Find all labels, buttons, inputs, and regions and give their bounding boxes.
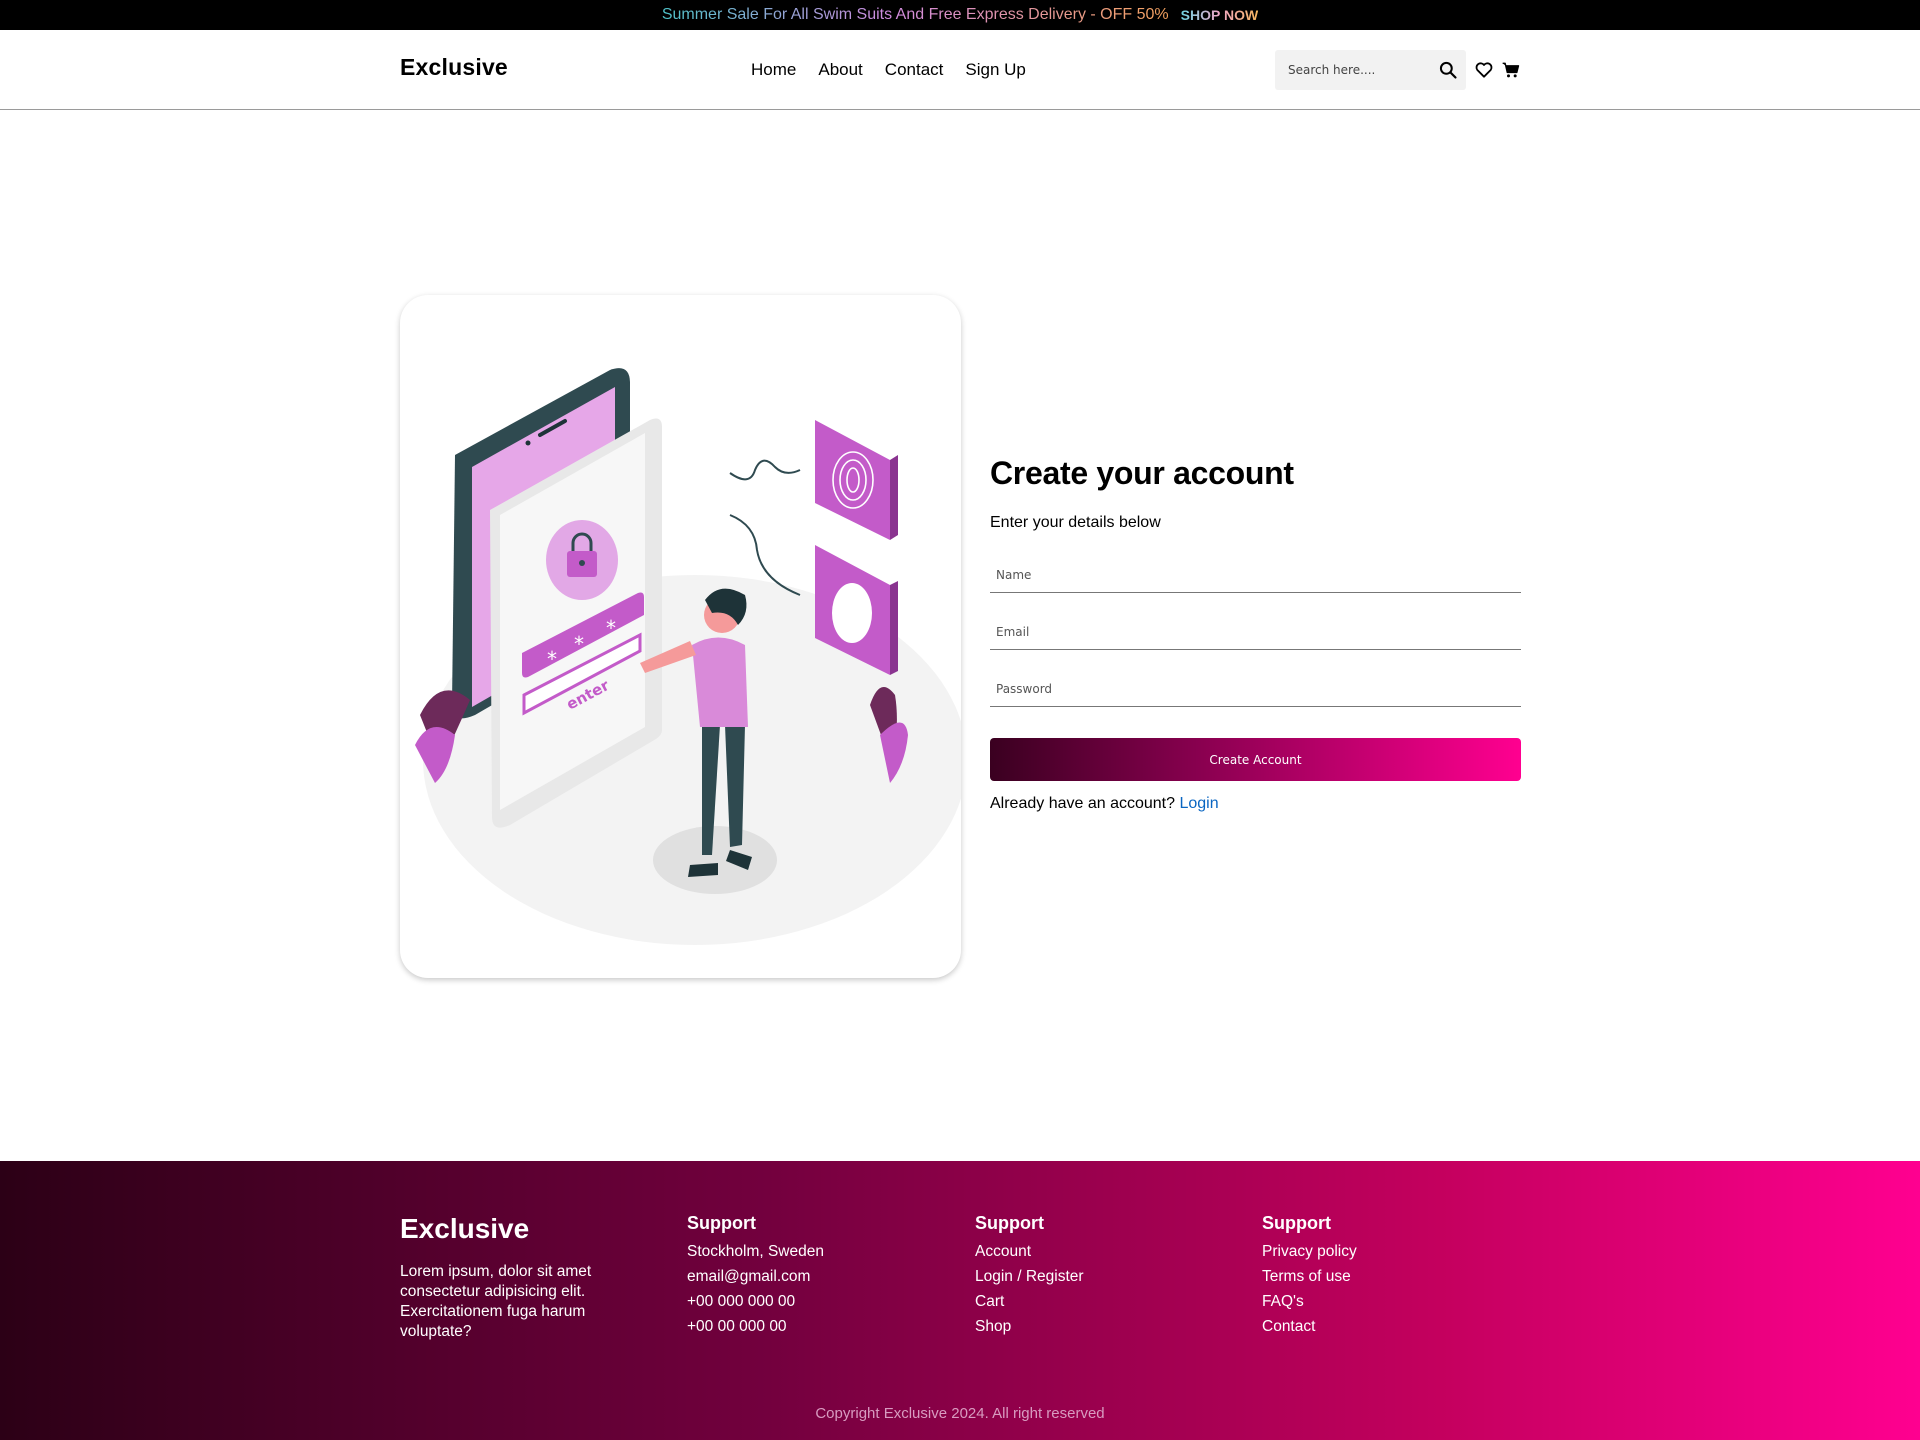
promo-text: Summer Sale For All Swim Suits And Free …	[661, 6, 1169, 23]
search-box	[1275, 50, 1466, 90]
create-account-button[interactable]: Create Account	[990, 738, 1521, 781]
footer-description: Lorem ipsum, dolor sit amet consectetur …	[400, 1263, 592, 1340]
footer-column-legal: Support Privacy policy Terms of use FAQ'…	[1262, 1213, 1357, 1339]
svg-text:*: *	[574, 632, 584, 656]
main-nav: Home About Contact Sign Up	[751, 60, 1026, 80]
svg-text:*: *	[606, 616, 616, 640]
footer-link-faq[interactable]: FAQ's	[1262, 1289, 1357, 1314]
footer-link-privacy[interactable]: Privacy policy	[1262, 1239, 1357, 1264]
site-footer: Exclusive Lorem ipsum, dolor sit amet co…	[0, 1161, 1920, 1440]
shop-now-link[interactable]: SHOP NOW	[1181, 7, 1259, 23]
site-header: Exclusive Home About Contact Sign Up	[0, 30, 1920, 110]
password-field[interactable]	[990, 671, 1521, 707]
login-prompt: Already have an account?	[990, 795, 1176, 812]
footer-column-title: Support	[975, 1213, 1044, 1233]
cart-icon[interactable]	[1501, 60, 1521, 80]
footer-column-title: Support	[1262, 1213, 1331, 1233]
form-subtitle: Enter your details below	[990, 514, 1161, 531]
name-field[interactable]	[990, 557, 1521, 593]
heart-icon[interactable]	[1474, 60, 1494, 80]
login-prompt-line: Already have an account? Login	[990, 795, 1219, 813]
footer-link-cart[interactable]: Cart	[975, 1289, 1084, 1314]
footer-phone-1: +00 000 000 00	[687, 1293, 796, 1310]
svg-text:*: *	[547, 647, 557, 671]
login-link[interactable]: Login	[1179, 795, 1218, 812]
signup-form: Create your account Enter your details b…	[990, 455, 1521, 812]
form-title: Create your account	[990, 455, 1294, 491]
footer-column-title: Support	[687, 1213, 756, 1233]
nav-contact[interactable]: Contact	[885, 60, 944, 80]
footer-link-shop[interactable]: Shop	[975, 1314, 1084, 1339]
search-input[interactable]	[1275, 63, 1425, 77]
footer-link-account[interactable]: Account	[975, 1239, 1084, 1264]
site-logo[interactable]: Exclusive	[400, 54, 508, 81]
promo-bar: Summer Sale For All Swim Suits And Free …	[0, 0, 1920, 30]
footer-phone-2: +00 00 000 00	[687, 1318, 787, 1335]
copyright-text: Copyright Exclusive 2024. All right rese…	[815, 1405, 1105, 1422]
footer-logo: Exclusive	[400, 1213, 530, 1244]
nav-about[interactable]: About	[818, 60, 862, 80]
footer-column-contact: Support Stockholm, Sweden email@gmail.co…	[687, 1213, 824, 1339]
email-field[interactable]	[990, 614, 1521, 650]
search-icon[interactable]	[1438, 60, 1458, 80]
footer-link-login-register[interactable]: Login / Register	[975, 1264, 1084, 1289]
footer-column-account: Support Account Login / Register Cart Sh…	[975, 1213, 1084, 1339]
footer-email: email@gmail.com	[687, 1268, 811, 1285]
nav-home[interactable]: Home	[751, 60, 796, 80]
footer-address: Stockholm, Sweden	[687, 1243, 824, 1260]
nav-sign-up[interactable]: Sign Up	[965, 60, 1025, 80]
footer-link-terms[interactable]: Terms of use	[1262, 1264, 1357, 1289]
illustration-card: * * * enter	[400, 295, 961, 978]
security-illustration: * * * enter	[415, 368, 961, 945]
footer-link-contact[interactable]: Contact	[1262, 1314, 1357, 1339]
